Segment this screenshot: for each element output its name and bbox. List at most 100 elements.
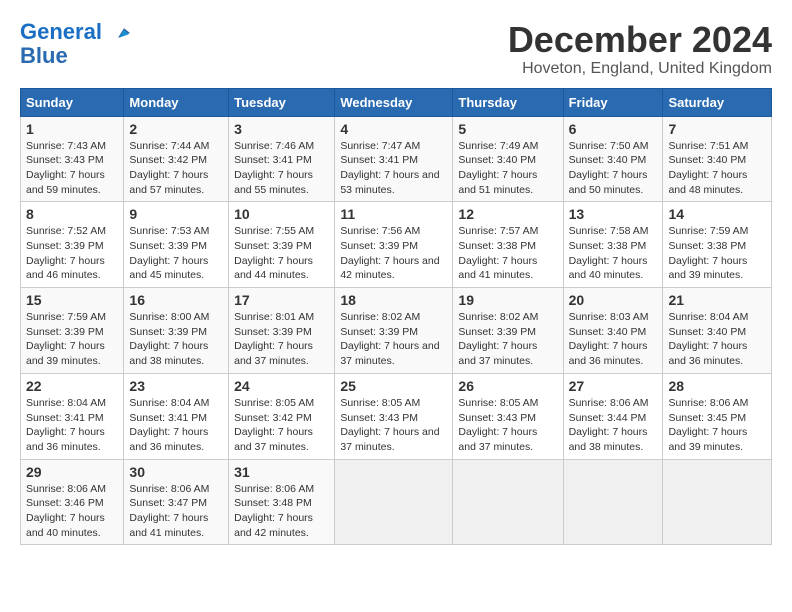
week-row-2: 8 Sunrise: 7:52 AMSunset: 3:39 PMDayligh… xyxy=(21,202,772,288)
day-detail: Sunrise: 8:04 AMSunset: 3:41 PMDaylight:… xyxy=(129,397,209,453)
day-number: 3 xyxy=(234,121,329,137)
day-detail: Sunrise: 8:06 AMSunset: 3:48 PMDaylight:… xyxy=(234,483,314,539)
calendar-cell: 19 Sunrise: 8:02 AMSunset: 3:39 PMDaylig… xyxy=(453,288,563,374)
weekday-header-monday: Monday xyxy=(124,88,229,116)
calendar-cell: 18 Sunrise: 8:02 AMSunset: 3:39 PMDaylig… xyxy=(335,288,453,374)
calendar-cell: 31 Sunrise: 8:06 AMSunset: 3:48 PMDaylig… xyxy=(229,459,335,545)
day-detail: Sunrise: 7:57 AMSunset: 3:38 PMDaylight:… xyxy=(458,225,538,281)
day-detail: Sunrise: 7:44 AMSunset: 3:42 PMDaylight:… xyxy=(129,140,209,196)
day-number: 25 xyxy=(340,378,447,394)
day-number: 15 xyxy=(26,292,118,308)
day-number: 11 xyxy=(340,206,447,222)
calendar-cell: 27 Sunrise: 8:06 AMSunset: 3:44 PMDaylig… xyxy=(563,373,663,459)
day-number: 18 xyxy=(340,292,447,308)
calendar-cell: 12 Sunrise: 7:57 AMSunset: 3:38 PMDaylig… xyxy=(453,202,563,288)
calendar-cell: 10 Sunrise: 7:55 AMSunset: 3:39 PMDaylig… xyxy=(229,202,335,288)
day-detail: Sunrise: 7:58 AMSunset: 3:38 PMDaylight:… xyxy=(569,225,649,281)
weekday-header-thursday: Thursday xyxy=(453,88,563,116)
day-number: 9 xyxy=(129,206,223,222)
calendar-cell: 8 Sunrise: 7:52 AMSunset: 3:39 PMDayligh… xyxy=(21,202,124,288)
calendar-cell: 13 Sunrise: 7:58 AMSunset: 3:38 PMDaylig… xyxy=(563,202,663,288)
calendar-cell: 30 Sunrise: 8:06 AMSunset: 3:47 PMDaylig… xyxy=(124,459,229,545)
day-number: 12 xyxy=(458,206,557,222)
calendar-cell: 26 Sunrise: 8:05 AMSunset: 3:43 PMDaylig… xyxy=(453,373,563,459)
day-detail: Sunrise: 7:47 AMSunset: 3:41 PMDaylight:… xyxy=(340,140,439,196)
day-detail: Sunrise: 7:59 AMSunset: 3:39 PMDaylight:… xyxy=(26,311,106,367)
day-number: 21 xyxy=(668,292,766,308)
logo-general: General xyxy=(20,19,102,44)
title-block: December 2024 Hoveton, England, United K… xyxy=(508,20,772,78)
day-detail: Sunrise: 7:53 AMSunset: 3:39 PMDaylight:… xyxy=(129,225,209,281)
day-detail: Sunrise: 8:06 AMSunset: 3:45 PMDaylight:… xyxy=(668,397,748,453)
day-number: 17 xyxy=(234,292,329,308)
location-title: Hoveton, England, United Kingdom xyxy=(508,60,772,78)
calendar-cell: 14 Sunrise: 7:59 AMSunset: 3:38 PMDaylig… xyxy=(663,202,772,288)
day-detail: Sunrise: 8:00 AMSunset: 3:39 PMDaylight:… xyxy=(129,311,209,367)
page-header: General Blue December 2024 Hoveton, Engl… xyxy=(20,20,772,78)
weekday-header-wednesday: Wednesday xyxy=(335,88,453,116)
day-detail: Sunrise: 8:05 AMSunset: 3:42 PMDaylight:… xyxy=(234,397,314,453)
calendar-cell: 23 Sunrise: 8:04 AMSunset: 3:41 PMDaylig… xyxy=(124,373,229,459)
day-detail: Sunrise: 7:56 AMSunset: 3:39 PMDaylight:… xyxy=(340,225,439,281)
calendar-table: SundayMondayTuesdayWednesdayThursdayFrid… xyxy=(20,88,772,546)
logo-blue: Blue xyxy=(20,44,68,68)
weekday-header-tuesday: Tuesday xyxy=(229,88,335,116)
calendar-cell: 3 Sunrise: 7:46 AMSunset: 3:41 PMDayligh… xyxy=(229,116,335,202)
day-detail: Sunrise: 8:05 AMSunset: 3:43 PMDaylight:… xyxy=(458,397,538,453)
day-detail: Sunrise: 8:02 AMSunset: 3:39 PMDaylight:… xyxy=(458,311,538,367)
weekday-header-row: SundayMondayTuesdayWednesdayThursdayFrid… xyxy=(21,88,772,116)
calendar-cell xyxy=(335,459,453,545)
weekday-header-sunday: Sunday xyxy=(21,88,124,116)
weekday-header-friday: Friday xyxy=(563,88,663,116)
day-detail: Sunrise: 7:52 AMSunset: 3:39 PMDaylight:… xyxy=(26,225,106,281)
day-detail: Sunrise: 8:02 AMSunset: 3:39 PMDaylight:… xyxy=(340,311,439,367)
calendar-cell: 17 Sunrise: 8:01 AMSunset: 3:39 PMDaylig… xyxy=(229,288,335,374)
week-row-3: 15 Sunrise: 7:59 AMSunset: 3:39 PMDaylig… xyxy=(21,288,772,374)
calendar-cell xyxy=(563,459,663,545)
day-number: 13 xyxy=(569,206,658,222)
day-detail: Sunrise: 8:06 AMSunset: 3:47 PMDaylight:… xyxy=(129,483,209,539)
day-detail: Sunrise: 8:04 AMSunset: 3:40 PMDaylight:… xyxy=(668,311,748,367)
week-row-5: 29 Sunrise: 8:06 AMSunset: 3:46 PMDaylig… xyxy=(21,459,772,545)
calendar-cell: 24 Sunrise: 8:05 AMSunset: 3:42 PMDaylig… xyxy=(229,373,335,459)
week-row-4: 22 Sunrise: 8:04 AMSunset: 3:41 PMDaylig… xyxy=(21,373,772,459)
calendar-cell: 25 Sunrise: 8:05 AMSunset: 3:43 PMDaylig… xyxy=(335,373,453,459)
logo: General Blue xyxy=(20,20,130,68)
calendar-cell: 4 Sunrise: 7:47 AMSunset: 3:41 PMDayligh… xyxy=(335,116,453,202)
day-detail: Sunrise: 8:01 AMSunset: 3:39 PMDaylight:… xyxy=(234,311,314,367)
day-number: 4 xyxy=(340,121,447,137)
day-number: 22 xyxy=(26,378,118,394)
calendar-cell: 22 Sunrise: 8:04 AMSunset: 3:41 PMDaylig… xyxy=(21,373,124,459)
calendar-cell: 9 Sunrise: 7:53 AMSunset: 3:39 PMDayligh… xyxy=(124,202,229,288)
calendar-cell: 21 Sunrise: 8:04 AMSunset: 3:40 PMDaylig… xyxy=(663,288,772,374)
day-number: 19 xyxy=(458,292,557,308)
day-detail: Sunrise: 7:59 AMSunset: 3:38 PMDaylight:… xyxy=(668,225,748,281)
day-number: 2 xyxy=(129,121,223,137)
day-number: 6 xyxy=(569,121,658,137)
day-number: 20 xyxy=(569,292,658,308)
day-detail: Sunrise: 7:50 AMSunset: 3:40 PMDaylight:… xyxy=(569,140,649,196)
week-row-1: 1 Sunrise: 7:43 AMSunset: 3:43 PMDayligh… xyxy=(21,116,772,202)
day-detail: Sunrise: 8:04 AMSunset: 3:41 PMDaylight:… xyxy=(26,397,106,453)
calendar-cell: 7 Sunrise: 7:51 AMSunset: 3:40 PMDayligh… xyxy=(663,116,772,202)
day-detail: Sunrise: 7:49 AMSunset: 3:40 PMDaylight:… xyxy=(458,140,538,196)
day-number: 27 xyxy=(569,378,658,394)
day-number: 26 xyxy=(458,378,557,394)
calendar-cell: 2 Sunrise: 7:44 AMSunset: 3:42 PMDayligh… xyxy=(124,116,229,202)
weekday-header-saturday: Saturday xyxy=(663,88,772,116)
day-detail: Sunrise: 8:05 AMSunset: 3:43 PMDaylight:… xyxy=(340,397,439,453)
day-detail: Sunrise: 8:03 AMSunset: 3:40 PMDaylight:… xyxy=(569,311,649,367)
calendar-cell: 29 Sunrise: 8:06 AMSunset: 3:46 PMDaylig… xyxy=(21,459,124,545)
calendar-cell: 28 Sunrise: 8:06 AMSunset: 3:45 PMDaylig… xyxy=(663,373,772,459)
calendar-cell: 20 Sunrise: 8:03 AMSunset: 3:40 PMDaylig… xyxy=(563,288,663,374)
day-number: 5 xyxy=(458,121,557,137)
day-detail: Sunrise: 7:55 AMSunset: 3:39 PMDaylight:… xyxy=(234,225,314,281)
day-detail: Sunrise: 8:06 AMSunset: 3:46 PMDaylight:… xyxy=(26,483,106,539)
day-number: 28 xyxy=(668,378,766,394)
day-number: 30 xyxy=(129,464,223,480)
day-number: 16 xyxy=(129,292,223,308)
calendar-cell xyxy=(453,459,563,545)
calendar-cell xyxy=(663,459,772,545)
calendar-cell: 5 Sunrise: 7:49 AMSunset: 3:40 PMDayligh… xyxy=(453,116,563,202)
day-number: 29 xyxy=(26,464,118,480)
